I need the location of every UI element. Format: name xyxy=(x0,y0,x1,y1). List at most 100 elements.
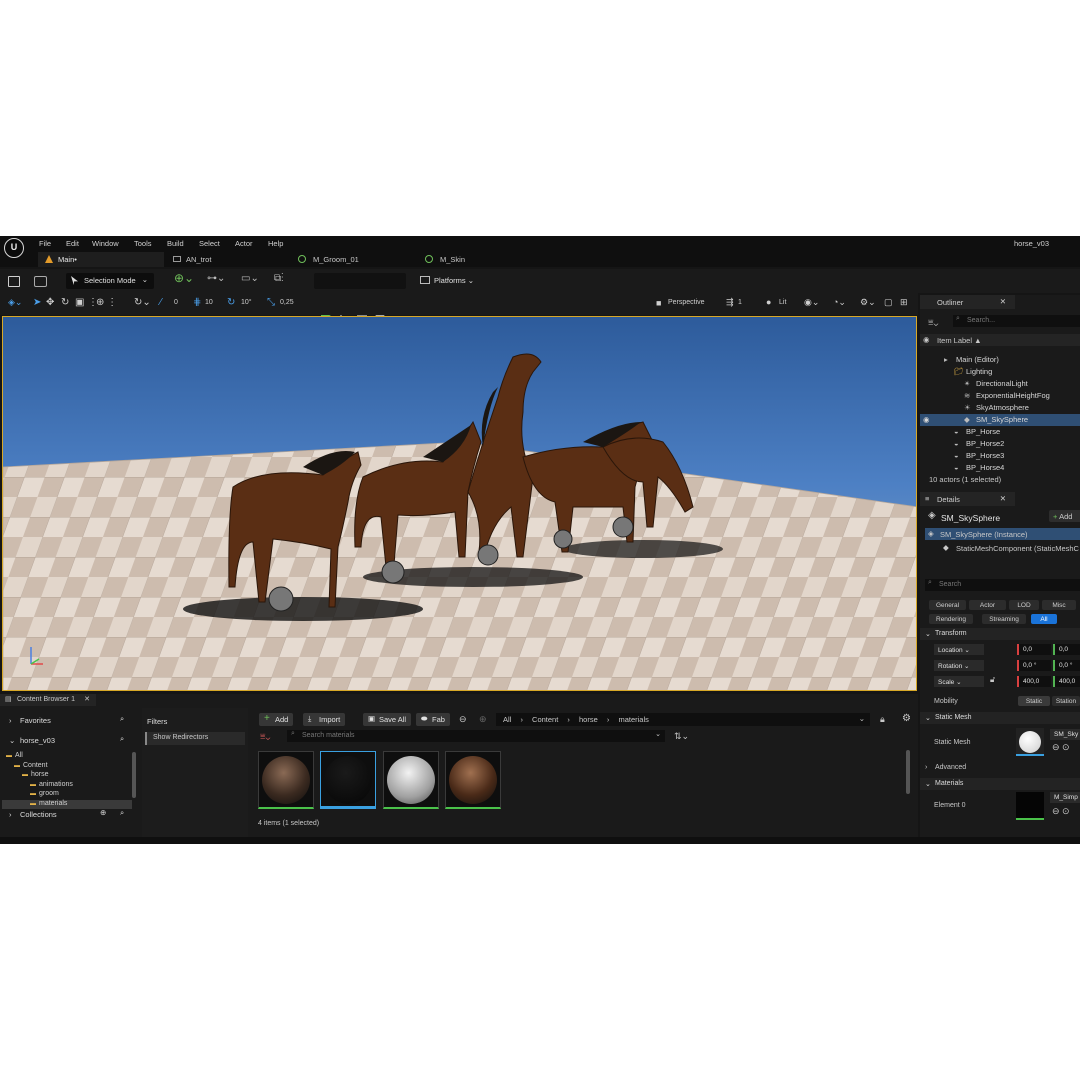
save-all-button[interactable]: ▣ Save All xyxy=(363,713,412,726)
sort-icon[interactable]: ⇅⌄ xyxy=(674,731,689,742)
grid-snap-icon[interactable]: ⁄ xyxy=(160,297,162,308)
scale-snap-icon[interactable]: ⤡ xyxy=(267,297,275,308)
outliner-row[interactable]: ◒ BP_Horse xyxy=(920,426,1080,438)
selection-mode-dropdown[interactable]: Selection Mode ⌄ xyxy=(66,273,154,289)
menu-edit[interactable]: Edit xyxy=(66,239,79,248)
search-icon[interactable]: ⌕ xyxy=(120,714,124,724)
search-icon[interactable]: ⌕ xyxy=(120,734,124,744)
breadcrumb-horse[interactable]: horse xyxy=(579,715,598,724)
performance-icon[interactable]: ◔⌄ xyxy=(833,297,846,308)
outliner-row[interactable]: ▸ Main (Editor) xyxy=(920,354,1080,366)
filter-actor[interactable]: Actor xyxy=(969,600,1006,610)
outliner-column-header[interactable]: ◉ Item Label ▲ xyxy=(920,334,1080,346)
filter-general[interactable]: General xyxy=(929,600,966,610)
folder-tree-item[interactable]: ▬ All xyxy=(2,752,132,761)
details-tab[interactable]: ≡ Details ✕ xyxy=(920,492,1015,506)
outliner-row[interactable]: ≋ ExponentialHeightFog xyxy=(920,390,1080,402)
settings-icon[interactable]: ⚙ xyxy=(902,713,911,724)
grid-icon[interactable]: ⋕ xyxy=(193,297,201,308)
collections-header[interactable]: › Collections ⊕ ⌕ xyxy=(0,808,140,822)
surface-snap-icon[interactable]: ↻⌄ xyxy=(134,297,151,308)
maximize-icon[interactable]: ▢ xyxy=(884,297,893,308)
folder-tree-item[interactable]: ▬ Content xyxy=(2,762,132,771)
material-picker[interactable]: M_Simp xyxy=(1050,792,1080,803)
scale-dropdown[interactable]: Scale ⌄ xyxy=(934,676,984,687)
location-dropdown[interactable]: Location ⌄ xyxy=(934,644,984,655)
transform-section-header[interactable]: ⌄ Transform xyxy=(920,628,1080,640)
project-header[interactable]: ⌄ horse_v03 ⌕ xyxy=(0,734,140,748)
camera-speed-value[interactable]: 1 xyxy=(738,299,742,306)
show-redirectors-filter[interactable]: Show Redirectors xyxy=(145,732,245,745)
folder-tree-item[interactable]: ▬ horse xyxy=(2,771,132,780)
browse-icon[interactable] xyxy=(34,276,47,287)
visibility-icon[interactable]: ◉ xyxy=(923,415,930,424)
visibility-icon[interactable]: ◉ xyxy=(923,335,930,344)
layout-icon[interactable]: ⊞ xyxy=(900,297,908,308)
angle-snap-value[interactable]: 0 xyxy=(174,299,178,306)
unreal-logo-icon[interactable]: U xyxy=(4,238,24,258)
history-back-icon[interactable]: ⊖ xyxy=(459,714,467,725)
rotate-tool-icon[interactable]: ↻ xyxy=(61,297,69,308)
transform-tools-icon[interactable]: ◈⌄ xyxy=(8,297,22,308)
asset-thumbnail[interactable] xyxy=(383,751,439,809)
tab-m-groom[interactable]: M_Groom_01 xyxy=(293,252,418,267)
filter-rendering[interactable]: Rendering xyxy=(929,614,973,624)
asset-scrollbar[interactable] xyxy=(906,750,910,794)
outliner-row[interactable]: 📁︎ Lighting xyxy=(920,366,1080,378)
blueprint-icon[interactable]: ⊶⌄ xyxy=(207,273,231,289)
menu-build[interactable]: Build xyxy=(167,239,184,248)
static-mesh-thumbnail[interactable] xyxy=(1016,728,1044,756)
folder-tree-item[interactable]: ▬ animations xyxy=(2,781,132,790)
lock-icon[interactable]: 🔒︎ xyxy=(880,714,885,725)
mobility-static[interactable]: Static xyxy=(1018,696,1050,706)
browse-asset-icon[interactable]: ⊖ ⊙ xyxy=(1052,742,1070,753)
rotation-dropdown[interactable]: Rotation ⌄ xyxy=(934,660,984,671)
content-browser-tab[interactable]: ▤ Content Browser 1 ✕ xyxy=(0,694,96,706)
mobility-stationary[interactable]: Station xyxy=(1052,696,1080,706)
platforms-dropdown[interactable]: Platforms ⌄ xyxy=(416,273,482,289)
outliner-row[interactable]: ◒ BP_Horse2 xyxy=(920,438,1080,450)
filter-lod[interactable]: LOD xyxy=(1009,600,1039,610)
outliner-row[interactable]: ✴ DirectionalLight xyxy=(920,378,1080,390)
breadcrumb-content[interactable]: Content xyxy=(532,715,558,724)
add-actor-icon[interactable]: ⊕⌄ xyxy=(174,271,198,287)
component-row[interactable]: ◆ StaticMeshComponent (StaticMeshC xyxy=(940,542,1080,554)
add-collection-icon[interactable]: ⊕ xyxy=(100,808,106,817)
menu-help[interactable]: Help xyxy=(268,239,283,248)
filter-icon[interactable]: ⩸⌄ xyxy=(260,731,270,742)
rotation-snap-icon[interactable]: ↻ xyxy=(227,297,235,308)
asset-thumbnail-selected[interactable] xyxy=(320,751,376,809)
location-x-field[interactable]: 0,0 xyxy=(1017,644,1051,655)
asset-search-input[interactable]: ⌕ Search materials ⌄ xyxy=(287,730,665,742)
menu-window[interactable]: Window xyxy=(92,239,119,248)
tab-m-skin[interactable]: M_Skin xyxy=(420,252,545,267)
tab-an-trot[interactable]: AN_trot xyxy=(166,252,291,267)
scale-x-field[interactable]: 400,0 xyxy=(1017,676,1051,687)
fab-button[interactable]: ⬬ Fab xyxy=(416,713,450,726)
scale-snap-value[interactable]: 0,25 xyxy=(280,299,294,306)
details-search-input[interactable]: ⌕ Search xyxy=(925,579,1080,591)
static-mesh-picker[interactable]: SM_Sky xyxy=(1050,729,1080,740)
filter-misc[interactable]: Misc xyxy=(1042,600,1076,610)
filter-streaming[interactable]: Streaming xyxy=(982,614,1026,624)
asset-thumbnail[interactable] xyxy=(258,751,314,809)
filter-all[interactable]: All xyxy=(1031,614,1057,624)
move-tool-icon[interactable]: ✥ xyxy=(46,297,54,308)
rotation-x-field[interactable]: 0,0 ° xyxy=(1017,660,1051,671)
breadcrumb-materials[interactable]: materials xyxy=(618,715,648,724)
close-icon[interactable]: ✕ xyxy=(84,695,90,703)
select-tool-icon[interactable]: ➤ xyxy=(33,297,41,308)
favorites-header[interactable]: › Favorites ⌕ xyxy=(0,714,140,728)
instance-row[interactable]: ◈ SM_SkySphere (Instance) xyxy=(925,528,1080,540)
settings-icon[interactable]: ⚙⌄ xyxy=(860,297,876,308)
search-icon[interactable]: ⌕ xyxy=(120,808,124,818)
world-icon[interactable]: ⊕ ⋮ xyxy=(96,297,117,308)
browse-asset-icon[interactable]: ⊖ ⊙ xyxy=(1052,806,1070,817)
scale-tool-icon[interactable]: ▣ xyxy=(75,297,84,308)
static-mesh-section-header[interactable]: ⌄ Static Mesh xyxy=(920,712,1080,724)
save-icon[interactable] xyxy=(8,276,20,287)
tree-scrollbar[interactable] xyxy=(132,752,136,798)
material-thumbnail[interactable] xyxy=(1016,792,1044,820)
history-forward-icon[interactable]: ⊕ xyxy=(479,714,487,725)
camera-speed-icon[interactable]: ⇶ xyxy=(726,297,734,308)
